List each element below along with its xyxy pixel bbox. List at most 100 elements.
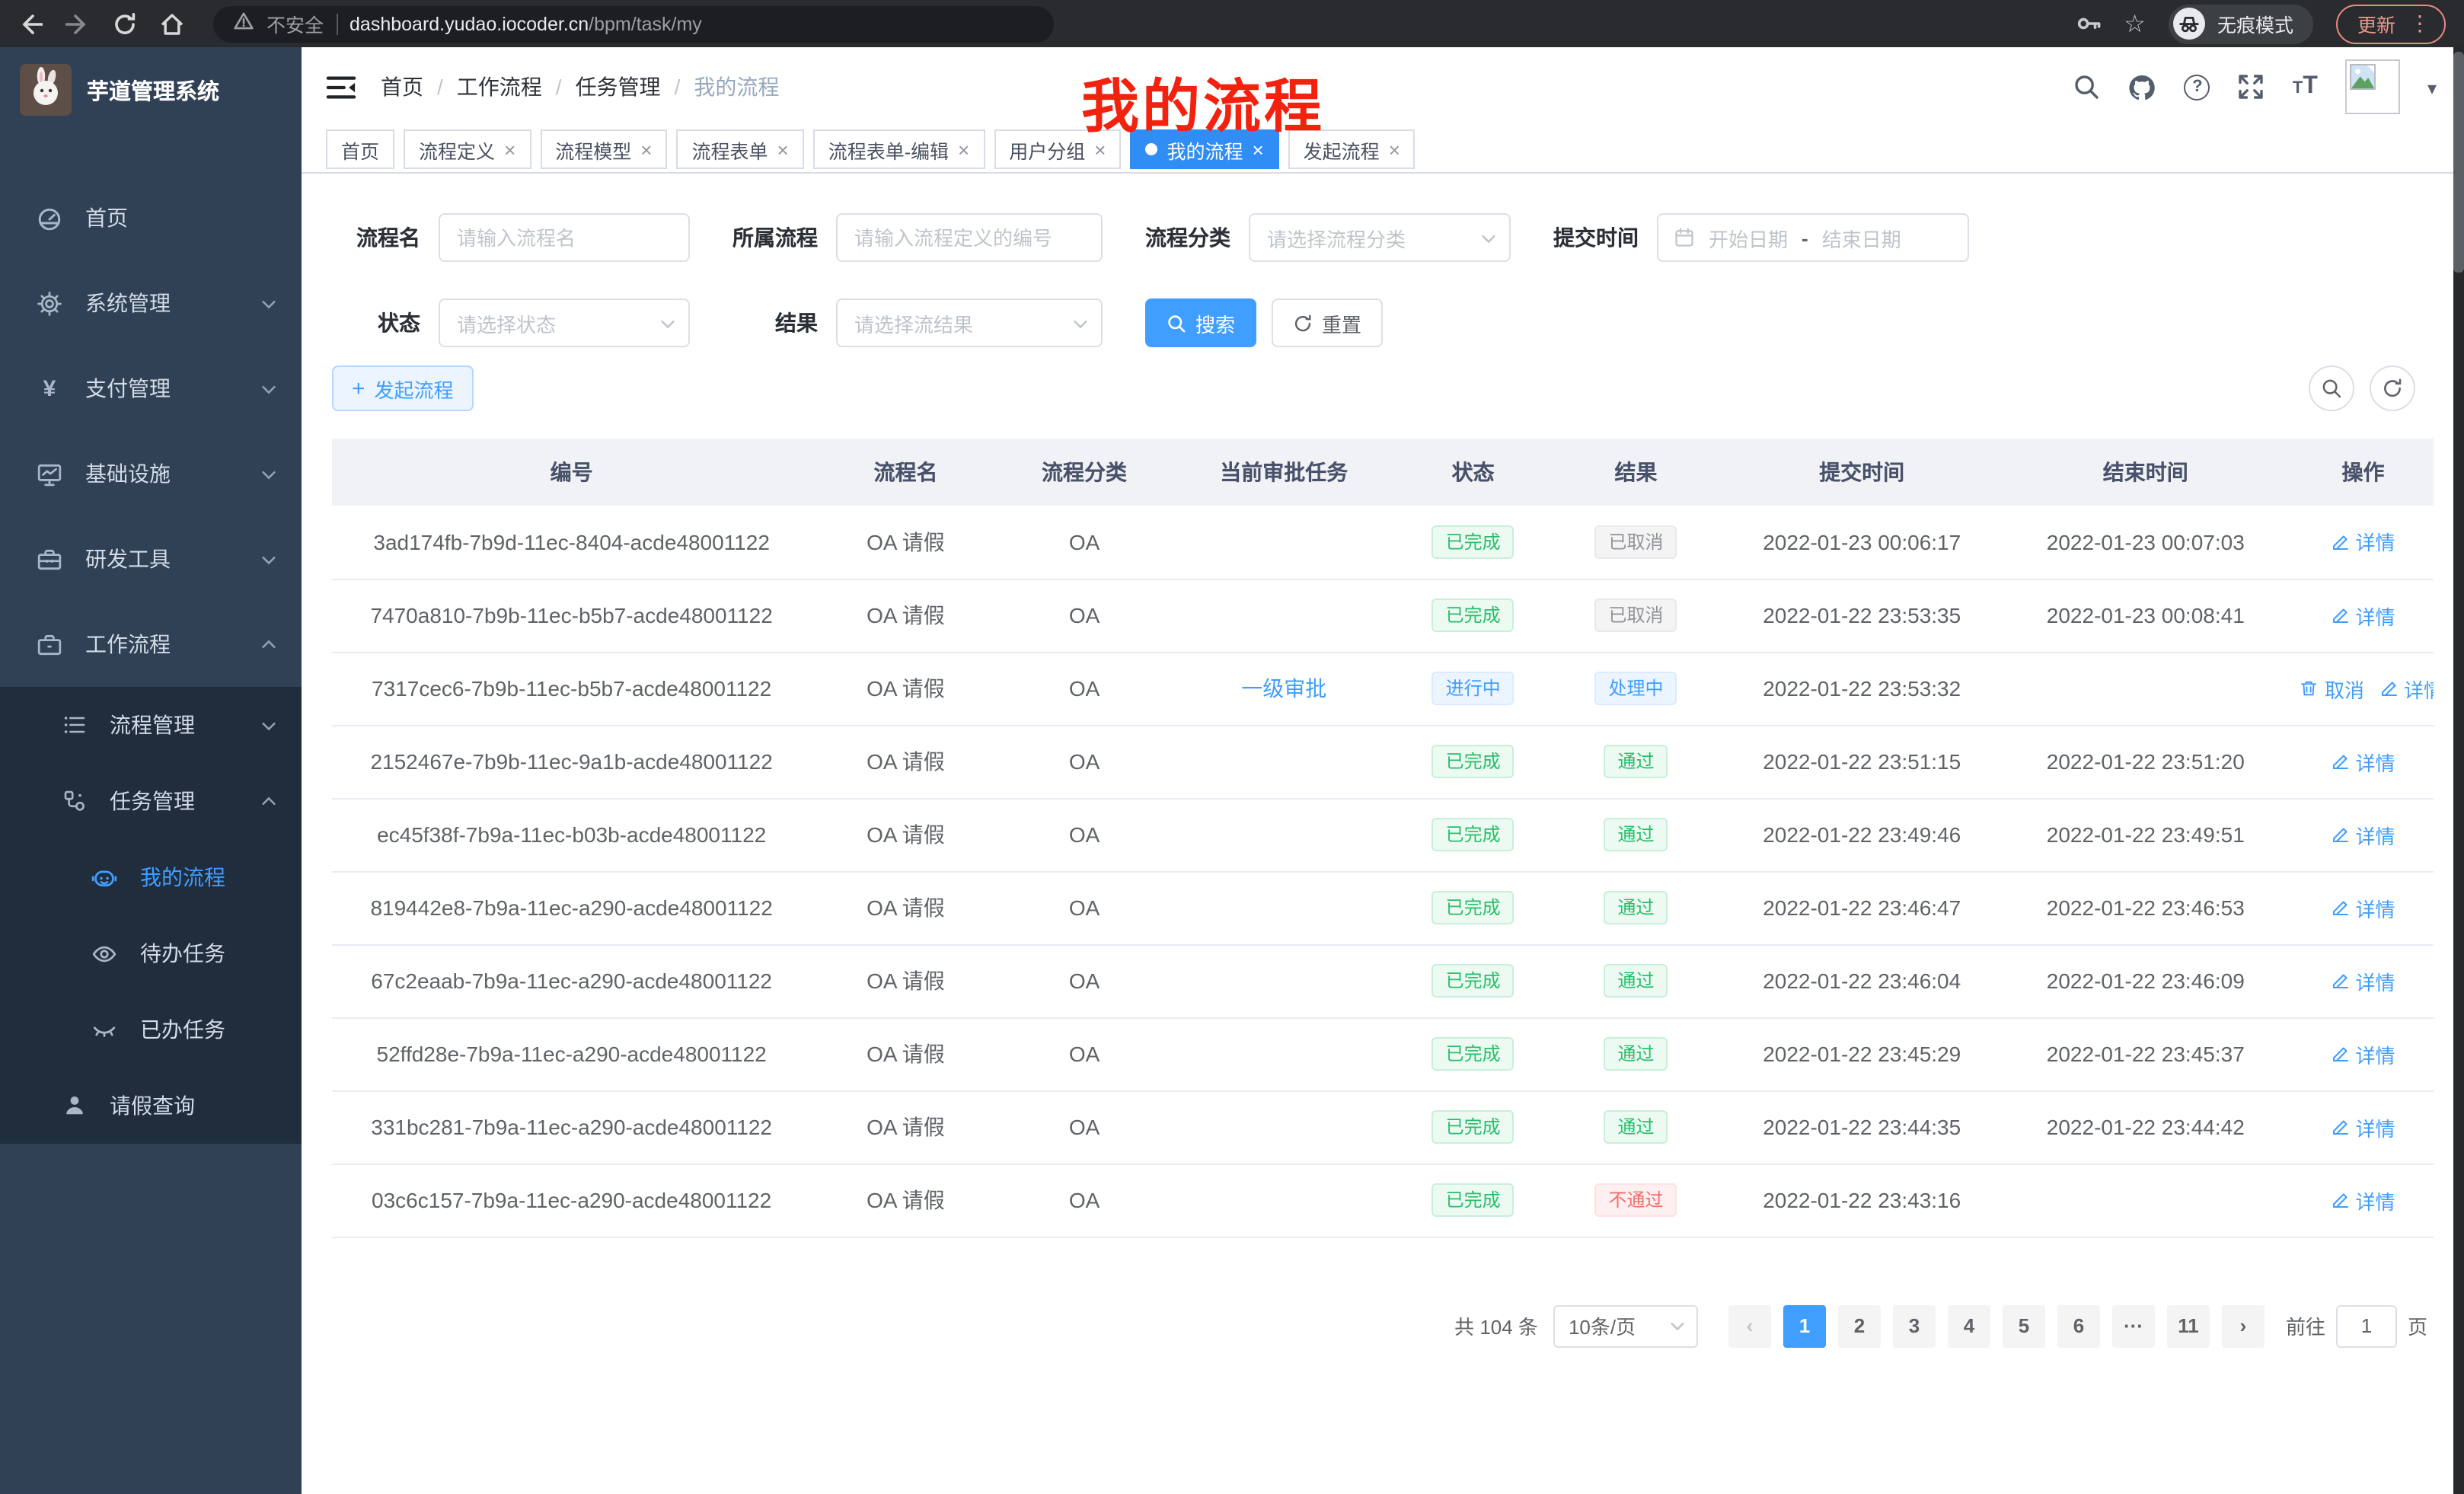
breadcrumb-item[interactable]: 工作流程 [457, 72, 542, 102]
help-icon[interactable] [2185, 74, 2210, 100]
table-row: 819442e8-7b9a-11ec-a290-acde48001122 OA … [332, 871, 2434, 944]
detail-link[interactable]: 详情 [2331, 528, 2395, 557]
select-placeholder: 请选择状态 [457, 308, 556, 337]
sidebar-item-my-process[interactable]: 我的流程 [0, 839, 302, 915]
reset-label: 重置 [1322, 308, 1361, 337]
sidebar-item-system[interactable]: 系统管理 [0, 260, 302, 346]
close-icon[interactable] [504, 138, 515, 161]
status-select[interactable]: 请选择状态 [439, 298, 690, 347]
status-badge: 已完成 [1432, 1183, 1514, 1217]
chevron-up-icon [260, 793, 277, 809]
gear-icon [37, 290, 62, 316]
sidebar-item-infrastructure[interactable]: 基础设施 [0, 431, 302, 516]
page-button-4[interactable]: 4 [1948, 1304, 1990, 1347]
detail-link[interactable]: 详情 [2331, 1113, 2395, 1141]
sidebar-item-todo-tasks[interactable]: 待办任务 [0, 915, 302, 991]
sidebar-item-leave-query[interactable]: 请假查询 [0, 1068, 302, 1144]
goto-page-input[interactable] [2336, 1304, 2397, 1347]
reset-button[interactable]: 重置 [1272, 298, 1383, 347]
password-key-icon[interactable] [2075, 11, 2101, 37]
page-button-1[interactable]: 1 [1783, 1304, 1826, 1347]
detail-link[interactable]: 详情 [2331, 893, 2395, 922]
next-page-button[interactable]: › [2222, 1304, 2265, 1347]
detail-link[interactable]: 详情 [2379, 674, 2434, 703]
sidebar-item-devtools[interactable]: 研发工具 [0, 516, 302, 602]
breadcrumb-item[interactable]: 首页 [381, 72, 423, 102]
page-button-2[interactable]: 2 [1838, 1304, 1881, 1347]
sidebar-item-workflow[interactable]: 工作流程 [0, 602, 302, 687]
tab-process-model[interactable]: 流程模型 [540, 129, 667, 169]
detail-link[interactable]: 详情 [2331, 820, 2395, 849]
close-icon[interactable] [640, 138, 652, 161]
app-logo-row[interactable]: 芋道管理系统 [0, 47, 302, 132]
cell-end-time [1999, 1164, 2293, 1237]
close-icon[interactable] [958, 138, 969, 161]
avatar-dropdown-icon[interactable] [2427, 75, 2437, 99]
cancel-link[interactable]: 取消 [2300, 674, 2364, 703]
sidebar-item-process-management[interactable]: 流程管理 [0, 687, 302, 763]
sidebar-item-task-management[interactable]: 任务管理 [0, 763, 302, 839]
security-label[interactable]: 不安全 [267, 9, 324, 38]
plus-icon: + [352, 377, 365, 400]
browser-menu-icon[interactable] [2409, 11, 2430, 37]
col-id: 编号 [332, 439, 811, 506]
browser-home-icon[interactable] [160, 11, 184, 36]
sidebar-collapse-icon[interactable] [326, 74, 356, 100]
browser-back-icon[interactable] [18, 11, 43, 36]
start-process-button[interactable]: + 发起流程 [332, 366, 474, 411]
browser-reload-icon[interactable] [113, 11, 137, 36]
close-icon[interactable] [1389, 138, 1400, 161]
owner-process-input[interactable] [836, 213, 1103, 262]
browser-forward-icon[interactable] [65, 11, 90, 36]
page-button-6[interactable]: 6 [2057, 1304, 2100, 1347]
detail-link[interactable]: 详情 [2331, 1039, 2395, 1068]
detail-link[interactable]: 详情 [2331, 747, 2395, 776]
close-icon[interactable] [777, 138, 789, 161]
avatar[interactable] [2345, 59, 2400, 114]
prev-page-button[interactable]: ‹ [1728, 1304, 1771, 1347]
scrollbar-thumb[interactable] [2453, 52, 2464, 273]
page-size-select[interactable]: 10条/页 [1553, 1304, 1698, 1347]
detail-link[interactable]: 详情 [2331, 1186, 2395, 1215]
update-chrome-button[interactable]: 更新 [2336, 4, 2446, 43]
submit-time-range-picker[interactable]: 开始日期 - 结束日期 [1657, 213, 1969, 262]
header-search-icon[interactable] [2073, 73, 2101, 101]
table-refresh-button[interactable] [2370, 366, 2415, 411]
process-name-input[interactable] [439, 213, 690, 262]
category-select[interactable]: 请选择流程分类 [1249, 213, 1511, 262]
cell-category: OA [1001, 798, 1169, 871]
table-search-toggle-button[interactable] [2309, 366, 2354, 411]
tab-process-definition[interactable]: 流程定义 [404, 129, 531, 169]
current-task-link[interactable]: 一级审批 [1241, 676, 1326, 701]
submit-time-label: 提交时间 [1553, 222, 1657, 253]
chevron-down-icon [260, 717, 277, 733]
table-row: 52ffd28e-7b9a-11ec-a290-acde48001122 OA … [332, 1017, 2434, 1090]
tab-home[interactable]: 首页 [326, 129, 394, 169]
page-button-3[interactable]: 3 [1893, 1304, 1936, 1347]
page-button-11[interactable]: 11 [2167, 1304, 2210, 1347]
chevron-down-icon [260, 295, 277, 311]
url-text[interactable]: dashboard.yudao.iocoder.cn/bpm/task/my [349, 13, 702, 34]
search-button[interactable]: 搜索 [1145, 298, 1256, 347]
bookmark-star-icon[interactable] [2124, 8, 2146, 39]
more-pages-button[interactable]: ··· [2112, 1304, 2155, 1347]
detail-link[interactable]: 详情 [2331, 966, 2395, 995]
detail-link[interactable]: 详情 [2331, 601, 2395, 630]
page-button-5[interactable]: 5 [2003, 1304, 2045, 1347]
result-select[interactable]: 请选择流结果 [836, 298, 1103, 347]
sidebar-item-done-tasks[interactable]: 已办任务 [0, 991, 302, 1068]
fullscreen-icon[interactable] [2238, 73, 2265, 101]
col-submit-time: 提交时间 [1725, 439, 1999, 506]
cell-name: OA 请假 [811, 725, 1000, 798]
tab-process-form-edit[interactable]: 流程表单-编辑 [813, 129, 985, 169]
page-scrollbar[interactable] [2453, 47, 2464, 1494]
font-size-icon[interactable]: TT [2293, 73, 2318, 101]
sidebar-item-home[interactable]: 首页 [0, 175, 302, 260]
sidebar-item-payment[interactable]: ¥ 支付管理 [0, 346, 302, 431]
robot-face-icon [91, 864, 117, 890]
github-icon[interactable] [2128, 72, 2157, 101]
breadcrumb-item[interactable]: 任务管理 [576, 72, 661, 102]
address-bar[interactable]: 不安全 dashboard.yudao.iocoder.cn/bpm/task/… [213, 5, 1054, 42]
result-badge: 通过 [1604, 745, 1668, 778]
tab-process-form[interactable]: 流程表单 [676, 129, 803, 169]
